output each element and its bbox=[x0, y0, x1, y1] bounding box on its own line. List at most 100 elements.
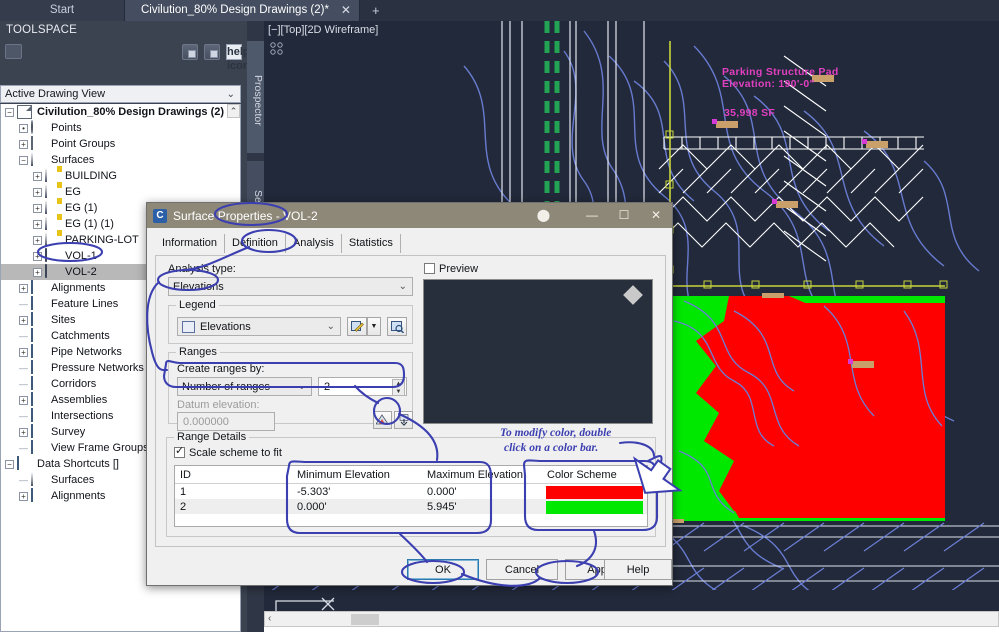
datum-elevation-label: Datum elevation: bbox=[177, 399, 260, 411]
range-details-group-label: Range Details bbox=[174, 431, 249, 443]
filter-icon[interactable] bbox=[204, 44, 220, 60]
analysis-type-combo[interactable]: Elevations ⌄ bbox=[168, 277, 413, 296]
tree-item-label: Intersections bbox=[51, 410, 113, 422]
chevron-down-icon[interactable]: ⌄ bbox=[327, 321, 335, 332]
preview-panel[interactable] bbox=[423, 279, 653, 424]
cell-color-swatch[interactable] bbox=[542, 500, 647, 514]
preview-checkbox[interactable] bbox=[424, 263, 435, 274]
stepper-down[interactable]: ▼ bbox=[393, 388, 404, 396]
import-ranges-button[interactable] bbox=[394, 411, 413, 429]
expander-icon[interactable]: • bbox=[19, 124, 28, 133]
expander-icon[interactable]: + bbox=[33, 236, 42, 245]
tree-connector: — bbox=[19, 331, 28, 341]
collapser-icon[interactable]: − bbox=[19, 156, 28, 165]
maximize-button[interactable]: ☐ bbox=[608, 203, 640, 228]
scale-scheme-row[interactable]: Scale scheme to fit bbox=[174, 447, 282, 459]
close-icon[interactable]: ✕ bbox=[341, 0, 351, 21]
point-groups-icon bbox=[31, 137, 46, 151]
column-header-min: Minimum Elevation bbox=[292, 466, 422, 483]
tree-item-label: View Frame Groups bbox=[51, 442, 149, 454]
cell-min: -5.303' bbox=[292, 484, 422, 499]
alignments-icon bbox=[31, 281, 46, 295]
expander-icon[interactable]: + bbox=[33, 252, 42, 261]
quantity-stepper[interactable]: ▲ ▼ bbox=[392, 379, 405, 396]
panel-icon[interactable] bbox=[182, 44, 198, 60]
minimize-button[interactable]: — bbox=[576, 203, 608, 228]
ok-button[interactable]: OK bbox=[407, 559, 479, 580]
tab-statistics[interactable]: Statistics bbox=[342, 234, 401, 253]
expander-icon[interactable]: + bbox=[19, 316, 28, 325]
expander-icon[interactable]: + bbox=[33, 172, 42, 181]
alignments-icon bbox=[31, 489, 46, 503]
number-of-ranges-input[interactable]: 2 ▲ ▼ bbox=[318, 377, 407, 396]
preview-legend-button[interactable] bbox=[387, 317, 407, 336]
active-drawing-view-selector[interactable]: Active Drawing View ⌄ bbox=[0, 85, 241, 103]
tab-information[interactable]: Information bbox=[155, 234, 225, 253]
expander-icon[interactable]: + bbox=[33, 188, 42, 197]
expander-icon[interactable]: + bbox=[33, 268, 42, 277]
surface-icon bbox=[45, 217, 60, 231]
chevron-down-icon[interactable]: ⌄ bbox=[399, 281, 407, 292]
expander-icon[interactable]: + bbox=[19, 396, 28, 405]
tree-item-points[interactable]: • Points bbox=[1, 120, 240, 136]
stepper-up[interactable]: ▲ bbox=[393, 380, 404, 388]
cell-color-swatch[interactable] bbox=[542, 485, 647, 499]
expander-icon[interactable]: + bbox=[33, 220, 42, 229]
expander-icon[interactable]: + bbox=[19, 348, 28, 357]
dialog-title-bar[interactable]: C Surface Properties - VOL-2 ⬤ — ☐ ✕ bbox=[147, 203, 672, 228]
horizontal-scrollbar[interactable]: ‹ bbox=[264, 611, 999, 627]
legend-dropdown-glyph: ▼ bbox=[371, 323, 378, 330]
ink-note-line-1: To modify color, double bbox=[500, 426, 611, 441]
ranges-group: Ranges Create ranges by: Number of range… bbox=[168, 352, 413, 424]
cancel-button[interactable]: Cancel bbox=[486, 559, 558, 580]
tree-item-label: EG (1) (1) bbox=[65, 218, 114, 230]
drawing-icon bbox=[17, 105, 32, 119]
tab-prospector[interactable]: Prospector bbox=[247, 41, 264, 153]
expander-icon[interactable]: + bbox=[19, 492, 28, 501]
expander-icon[interactable]: + bbox=[19, 428, 28, 437]
legend-combo[interactable]: Elevations ⌄ bbox=[177, 317, 341, 336]
viewport-label: [−][Top][2D Wireframe] bbox=[268, 24, 378, 36]
tree-item-surfaces[interactable]: −Surfaces bbox=[1, 152, 240, 168]
chevron-down-icon[interactable]: ⌄ bbox=[298, 381, 306, 392]
table-row[interactable]: 1 -5.303' 0.000' bbox=[175, 484, 647, 499]
help-icon[interactable]: help-icon bbox=[226, 44, 242, 60]
analysis-type-label: Analysis type: bbox=[168, 263, 236, 275]
tree-item-label: Point Groups bbox=[51, 138, 115, 150]
tab-active-drawing[interactable]: Civilution_80% Design Drawings (2)* ✕ bbox=[125, 0, 360, 21]
expander-icon[interactable]: + bbox=[19, 284, 28, 293]
tree-item-label: Pressure Networks bbox=[51, 362, 144, 374]
surface-range-button[interactable] bbox=[373, 411, 392, 429]
tree-item-building[interactable]: +BUILDING bbox=[1, 168, 240, 184]
create-ranges-by-combo[interactable]: Number of ranges ⌄ bbox=[177, 377, 312, 396]
preview-checkbox-row[interactable]: Preview bbox=[424, 263, 478, 275]
tab-analysis[interactable]: Analysis bbox=[286, 234, 342, 253]
preview-viewcube-icon[interactable] bbox=[623, 285, 643, 305]
tree-item-label: Data Shortcuts [] bbox=[37, 458, 119, 470]
chevron-down-icon[interactable]: ⌄ bbox=[227, 89, 235, 100]
tree-item-point-groups[interactable]: + Point Groups bbox=[1, 136, 240, 152]
range-details-table[interactable]: ID Minimum Elevation Maximum Elevation C… bbox=[174, 465, 648, 527]
tab-start[interactable]: Start bbox=[0, 0, 125, 21]
new-tab-button[interactable]: + bbox=[360, 0, 392, 21]
tree-item-eg[interactable]: + EG bbox=[1, 184, 240, 200]
expander-icon[interactable]: + bbox=[33, 204, 42, 213]
help-button[interactable]: Help bbox=[604, 559, 672, 580]
tree-scroll-up-arrow[interactable]: ⌃ bbox=[227, 104, 240, 118]
scale-scheme-checkbox[interactable] bbox=[174, 447, 185, 458]
tree-item-label: Points bbox=[51, 122, 82, 134]
tree-item-label: EG bbox=[65, 186, 81, 198]
scroll-left-arrow-icon[interactable]: ‹ bbox=[268, 613, 271, 624]
surface-properties-dialog[interactable]: C Surface Properties - VOL-2 ⬤ — ☐ ✕ Inf… bbox=[146, 202, 673, 586]
toolspace-settings-icon[interactable] bbox=[5, 44, 22, 59]
tree-item-civilution-80-design-drawings-2[interactable]: −Civilution_80% Design Drawings (2) bbox=[1, 104, 240, 120]
edit-legend-button[interactable] bbox=[347, 317, 367, 336]
close-button[interactable]: ✕ bbox=[640, 203, 672, 228]
collapser-icon[interactable]: − bbox=[5, 460, 14, 469]
collapser-icon[interactable]: − bbox=[5, 108, 14, 117]
legend-dropdown-arrow[interactable]: ▼ bbox=[367, 317, 381, 336]
expander-icon[interactable]: + bbox=[19, 140, 28, 149]
scroll-thumb[interactable] bbox=[351, 614, 379, 625]
table-row[interactable]: 2 0.000' 5.945' bbox=[175, 499, 647, 514]
tab-definition[interactable]: Definition bbox=[225, 234, 286, 253]
